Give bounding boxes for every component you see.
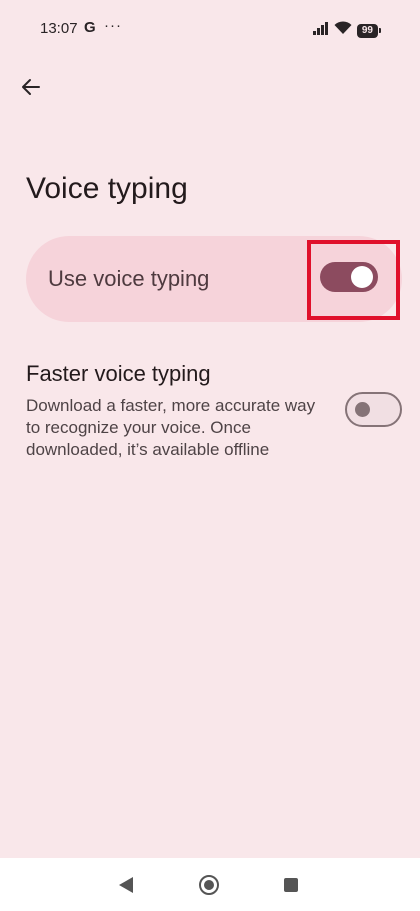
switch-thumb xyxy=(351,266,373,288)
google-status-icon: G xyxy=(84,19,96,36)
nav-back-button[interactable] xyxy=(114,873,138,897)
nav-home-button[interactable] xyxy=(197,873,221,897)
page-title: Voice typing xyxy=(26,172,188,205)
faster-voice-typing-switch[interactable] xyxy=(345,392,402,427)
navigation-bar xyxy=(0,858,420,911)
triangle-back-icon xyxy=(119,877,133,893)
status-time: 13:07 xyxy=(40,20,78,37)
status-bar: 13:07 G ··· 99 xyxy=(0,0,420,60)
home-circle-icon xyxy=(199,875,219,895)
battery-icon: 99 xyxy=(356,23,382,38)
more-notifications-icon: ··· xyxy=(104,17,122,34)
square-recents-icon xyxy=(284,878,298,892)
use-voice-typing-switch[interactable] xyxy=(320,262,378,292)
switch-thumb xyxy=(355,402,370,417)
back-arrow-icon xyxy=(22,79,40,95)
wifi-icon xyxy=(334,21,352,40)
back-button[interactable] xyxy=(14,70,48,104)
faster-voice-typing-title[interactable]: Faster voice typing xyxy=(26,361,211,387)
status-icons: 99 xyxy=(312,21,382,40)
faster-voice-typing-description: Download a faster, more accurate way to … xyxy=(26,396,316,459)
use-voice-typing-label: Use voice typing xyxy=(48,266,210,291)
nav-recents-button[interactable] xyxy=(279,873,303,897)
signal-icon xyxy=(312,21,329,40)
